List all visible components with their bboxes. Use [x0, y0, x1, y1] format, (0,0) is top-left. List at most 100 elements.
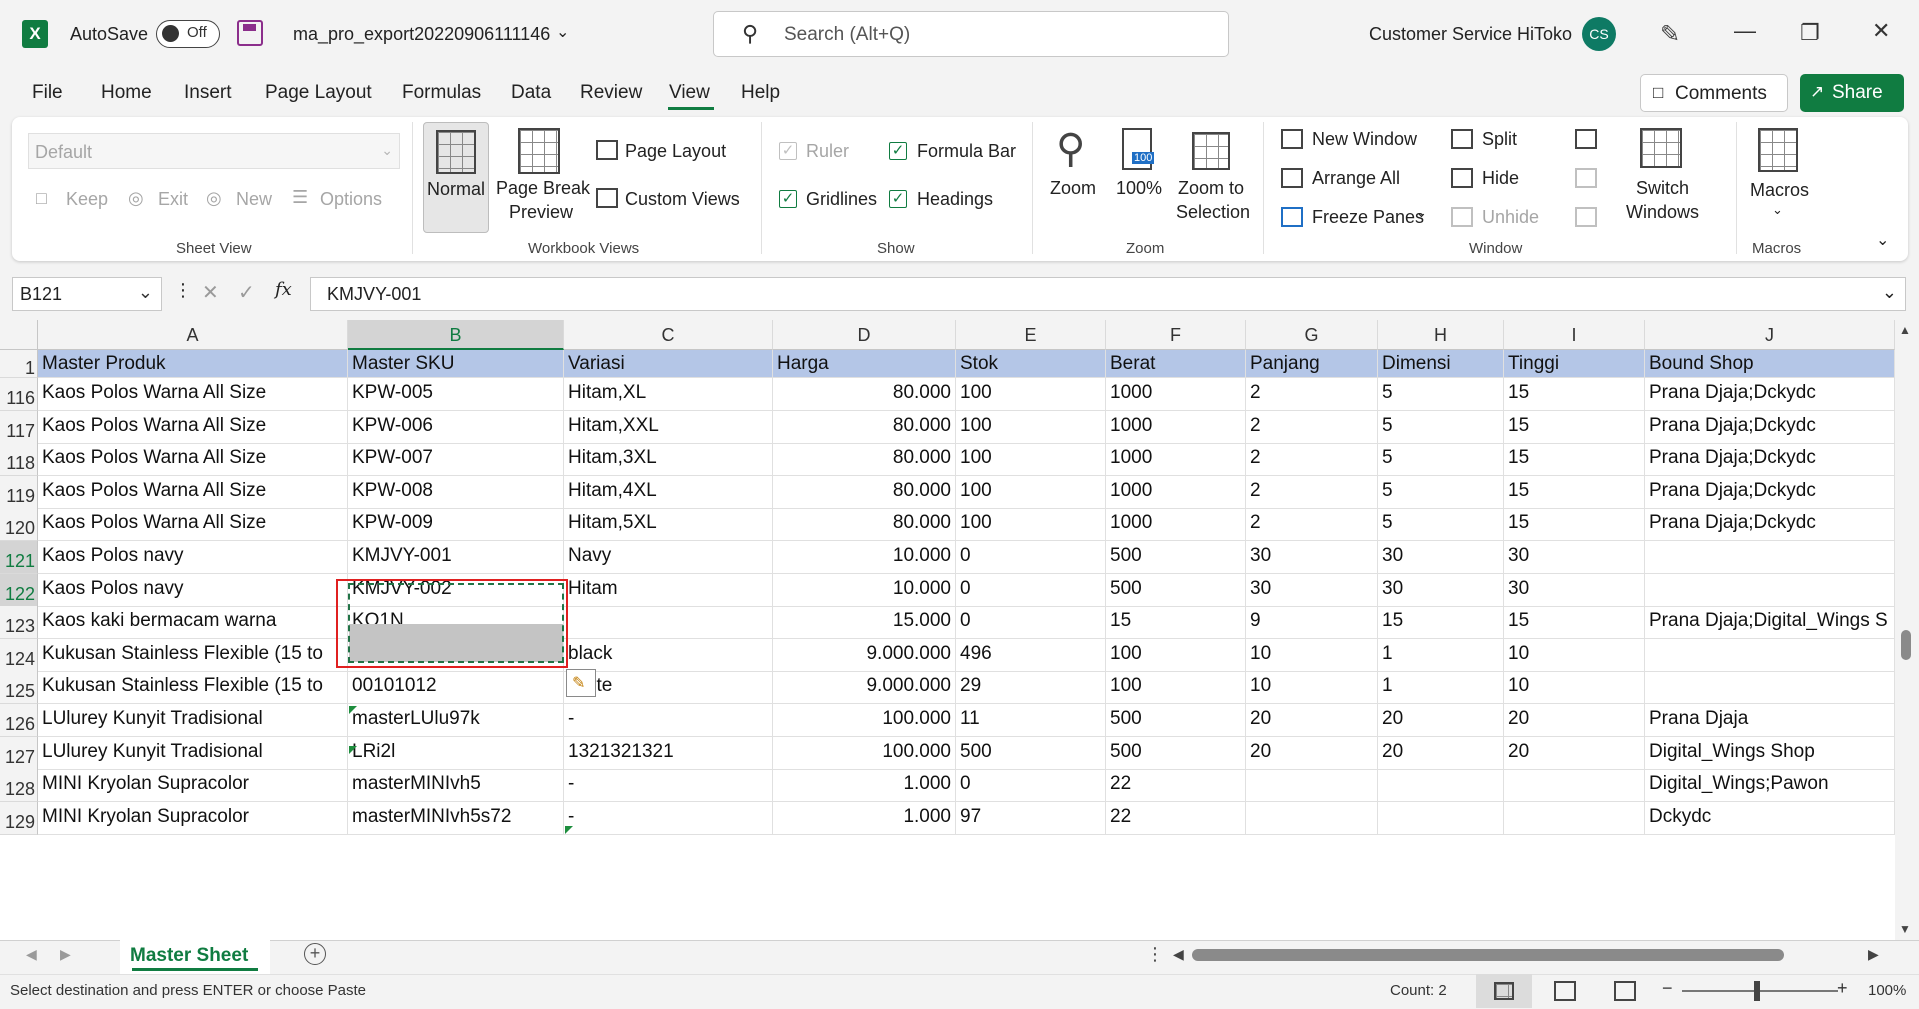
- sheet-tab-master-sheet[interactable]: Master Sheet: [120, 940, 270, 974]
- cell[interactable]: 30: [1246, 574, 1378, 607]
- cell[interactable]: 5: [1378, 508, 1504, 541]
- cell[interactable]: 500: [1106, 574, 1246, 607]
- cell[interactable]: MINI Kryolan Supracolor: [38, 769, 348, 802]
- custom-views-button[interactable]: Custom Views: [625, 189, 740, 210]
- row-header[interactable]: 119: [0, 476, 38, 509]
- cell[interactable]: 2: [1246, 476, 1378, 509]
- tab-page-layout[interactable]: Page Layout: [265, 82, 372, 104]
- prev-sheet-icon[interactable]: ◀: [26, 946, 37, 963]
- next-sheet-icon[interactable]: ▶: [60, 946, 71, 963]
- user-name[interactable]: Customer Service HiToko: [1369, 24, 1572, 45]
- cell[interactable]: 10: [1246, 639, 1378, 672]
- cell[interactable]: 496: [956, 639, 1106, 672]
- zoom-to-selection-button[interactable]: Zoom to Selection: [1174, 122, 1258, 233]
- cell[interactable]: [1645, 541, 1895, 574]
- column-header-a[interactable]: A: [38, 320, 348, 350]
- header-cell[interactable]: Variasi: [564, 350, 773, 378]
- cell[interactable]: 9: [1246, 606, 1378, 639]
- cell[interactable]: 20: [1246, 737, 1378, 770]
- cell[interactable]: 0: [956, 606, 1106, 639]
- column-header-h[interactable]: H: [1378, 320, 1504, 350]
- page-break-view-icon[interactable]: [1614, 981, 1636, 1001]
- row-header[interactable]: 128: [0, 769, 38, 802]
- tab-formulas[interactable]: Formulas: [402, 82, 481, 104]
- file-name[interactable]: ma_pro_export20220906111146: [293, 24, 550, 45]
- cell[interactable]: 100: [956, 476, 1106, 509]
- cell[interactable]: Kaos Polos navy: [38, 574, 348, 607]
- formula-input[interactable]: KMJVY-001 ⌄: [310, 277, 1906, 311]
- cell[interactable]: 15: [1378, 606, 1504, 639]
- cell[interactable]: 10: [1504, 639, 1645, 672]
- cell[interactable]: 2: [1246, 411, 1378, 444]
- select-all-corner[interactable]: [0, 320, 38, 350]
- cell[interactable]: Prana Djaja;Digital_Wings S: [1645, 606, 1895, 639]
- zoom-out-button[interactable]: −: [1662, 978, 1673, 999]
- cell[interactable]: Prana Djaja;Dckydc: [1645, 411, 1895, 444]
- arrange-all-button[interactable]: Arrange All: [1312, 168, 1400, 189]
- cell[interactable]: 10: [1504, 671, 1645, 704]
- cell[interactable]: 2: [1246, 443, 1378, 476]
- options-button[interactable]: Options: [320, 189, 382, 210]
- cell[interactable]: 100.000: [773, 737, 956, 770]
- cell[interactable]: Hitam: [564, 574, 773, 607]
- cell[interactable]: [1246, 802, 1378, 835]
- cell[interactable]: 5: [1378, 476, 1504, 509]
- cell[interactable]: 00101012: [348, 671, 564, 704]
- cell[interactable]: [1378, 802, 1504, 835]
- column-header-b[interactable]: B: [348, 320, 564, 350]
- cell[interactable]: masterMINIvh5s72: [348, 802, 564, 835]
- header-cell[interactable]: Dimensi: [1378, 350, 1504, 378]
- filename-chevron-icon[interactable]: ⌄: [556, 22, 569, 42]
- cell[interactable]: [564, 606, 773, 639]
- row-header[interactable]: 117: [0, 411, 38, 444]
- cell[interactable]: 20: [1378, 704, 1504, 737]
- page-layout-button[interactable]: Page Layout: [625, 141, 726, 162]
- cell[interactable]: 97: [956, 802, 1106, 835]
- exit-button[interactable]: Exit: [158, 189, 188, 210]
- collapse-ribbon-icon[interactable]: ⌄: [1876, 230, 1889, 250]
- tab-file[interactable]: File: [32, 82, 63, 104]
- cell[interactable]: Kukusan Stainless Flexible (15 to: [38, 671, 348, 704]
- cell[interactable]: [1645, 671, 1895, 704]
- column-header-i[interactable]: I: [1504, 320, 1645, 350]
- new-view-button[interactable]: New: [236, 189, 272, 210]
- scroll-left-icon[interactable]: ◀: [1173, 946, 1184, 963]
- vertical-scroll-thumb[interactable]: [1901, 630, 1911, 660]
- cell[interactable]: 20: [1504, 737, 1645, 770]
- column-header-e[interactable]: E: [956, 320, 1106, 350]
- save-icon[interactable]: [237, 20, 263, 46]
- cell[interactable]: Kaos Polos Warna All Size: [38, 378, 348, 411]
- row-header[interactable]: 123: [0, 606, 38, 639]
- cell[interactable]: 100.000: [773, 704, 956, 737]
- cell[interactable]: Hitam,5XL: [564, 508, 773, 541]
- cell[interactable]: Prana Djaja;Dckydc: [1645, 508, 1895, 541]
- cell[interactable]: 1000: [1106, 443, 1246, 476]
- horizontal-scroll-thumb[interactable]: [1192, 949, 1784, 961]
- cell[interactable]: 80.000: [773, 508, 956, 541]
- cell[interactable]: Kukusan Stainless Flexible (15 to: [38, 639, 348, 672]
- cell[interactable]: Kaos Polos Warna All Size: [38, 411, 348, 444]
- confirm-entry-icon[interactable]: ✓: [238, 280, 255, 305]
- cell[interactable]: 1: [1378, 639, 1504, 672]
- designer-pen-icon[interactable]: ✎: [1660, 20, 1680, 49]
- cell[interactable]: 100: [956, 378, 1106, 411]
- cell[interactable]: 1.000: [773, 769, 956, 802]
- cell[interactable]: 5: [1378, 378, 1504, 411]
- formula-bar-checkbox[interactable]: ✓: [889, 142, 907, 160]
- header-cell[interactable]: Master SKU: [348, 350, 564, 378]
- normal-view-status-button[interactable]: [1476, 974, 1532, 1008]
- cell[interactable]: 0: [956, 769, 1106, 802]
- keep-button[interactable]: Keep: [66, 189, 108, 210]
- tab-view[interactable]: View: [669, 82, 710, 104]
- sheet-view-combo[interactable]: Default ⌄: [28, 133, 400, 169]
- cell[interactable]: 20: [1504, 704, 1645, 737]
- cell[interactable]: [1645, 639, 1895, 672]
- column-header-f[interactable]: F: [1106, 320, 1246, 350]
- zoom-button[interactable]: ⚲ Zoom: [1046, 122, 1106, 233]
- cell[interactable]: -: [564, 802, 773, 835]
- cell[interactable]: 22: [1106, 802, 1246, 835]
- cell[interactable]: black: [564, 639, 773, 672]
- unhide-button[interactable]: Unhide: [1482, 207, 1539, 228]
- cell[interactable]: Kaos Polos Warna All Size: [38, 443, 348, 476]
- cell[interactable]: KPW-009: [348, 508, 564, 541]
